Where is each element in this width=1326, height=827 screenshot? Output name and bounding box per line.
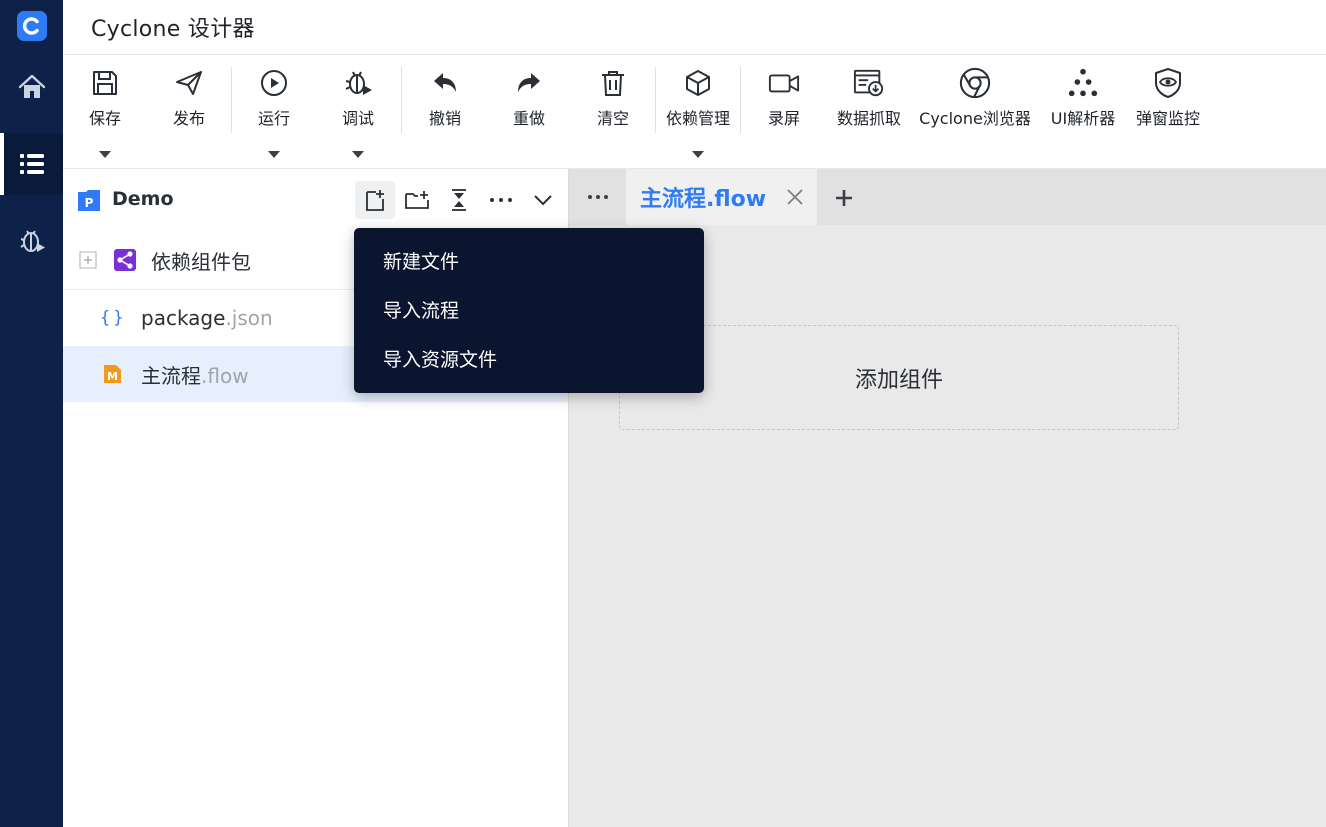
chevron-down-icon	[534, 195, 552, 206]
save-label: 保存	[88, 109, 121, 128]
app-title: Cyclone 设计器	[91, 17, 255, 42]
undo-label: 撤销	[428, 109, 461, 128]
tab-label: 主流程.flow	[640, 187, 767, 212]
publish-label: 发布	[172, 109, 205, 128]
run-dropdown-caret-icon[interactable]	[268, 151, 280, 158]
share-icon	[114, 249, 136, 271]
screen-record-button[interactable]: 录屏	[757, 55, 811, 169]
browser-icon	[959, 67, 991, 99]
explorer-header: P Demo	[63, 169, 568, 231]
toolbar-separator	[740, 67, 741, 133]
run-button[interactable]: 运行	[247, 55, 301, 169]
list-icon	[19, 154, 44, 174]
send-icon	[176, 71, 202, 95]
close-icon[interactable]	[785, 187, 805, 207]
title-bar: Cyclone 设计器	[63, 0, 1326, 55]
svg-text:P: P	[85, 196, 94, 210]
svg-text:M: M	[107, 370, 118, 383]
nav-home[interactable]	[0, 56, 63, 118]
redo-icon	[518, 73, 540, 92]
logo-c-icon	[22, 17, 39, 35]
dependency-management-label: 依赖管理	[665, 109, 730, 128]
new-folder-icon	[405, 191, 429, 209]
new-file-button[interactable]	[355, 181, 395, 219]
bug-icon	[345, 71, 372, 95]
save-button[interactable]: 保存	[78, 55, 132, 169]
collapse-all-button[interactable]	[439, 181, 479, 219]
tree-item-label: 主流程.flow	[141, 363, 249, 388]
redo-label: 重做	[512, 109, 545, 128]
deps-dropdown-caret-icon[interactable]	[692, 151, 704, 158]
undo-icon	[434, 73, 456, 92]
save-dropdown-caret-icon[interactable]	[99, 151, 111, 158]
trash-icon	[602, 71, 624, 96]
new-file-icon	[366, 190, 384, 211]
more-options-button[interactable]	[481, 181, 521, 219]
home-icon	[18, 74, 45, 98]
debug-dropdown-caret-icon[interactable]	[352, 151, 364, 158]
publish-button[interactable]: 发布	[162, 55, 216, 169]
nav-debug[interactable]	[0, 210, 63, 272]
clear-label: 清空	[596, 109, 629, 128]
tree-item-label: package.json	[141, 306, 273, 330]
add-component-label: 添加组件	[854, 367, 943, 393]
ellipsis-icon	[587, 195, 608, 199]
menu-item-import-flow[interactable]: 导入流程	[354, 285, 704, 334]
run-label: 运行	[257, 109, 290, 128]
hierarchy-icon	[1068, 68, 1098, 97]
tab-bar: 主流程.flow	[569, 169, 1326, 225]
shield-eye-icon	[1155, 68, 1181, 98]
expand-panel-button[interactable]	[523, 181, 563, 219]
braces-icon: {}	[100, 308, 127, 328]
popup-monitor-button[interactable]: 弹窗监控	[1131, 55, 1205, 169]
ui-parser-button[interactable]: UI解析器	[1046, 55, 1120, 169]
data-scrape-icon	[853, 69, 884, 97]
nav-rail	[0, 0, 63, 827]
cube-icon	[686, 70, 710, 96]
project-icon: P	[77, 189, 101, 212]
data-scrape-button[interactable]: 数据抓取	[832, 55, 906, 169]
add-tab-button[interactable]	[827, 183, 861, 213]
new-file-menu: 新建文件 导入流程 导入资源文件	[354, 228, 704, 393]
undo-button[interactable]: 撤销	[418, 55, 472, 169]
play-circle-icon	[261, 70, 287, 96]
toolbar-separator	[231, 67, 232, 133]
nav-explorer[interactable]	[0, 133, 63, 195]
popup-monitor-label: 弹窗监控	[1135, 109, 1200, 128]
toolbar-separator	[655, 67, 656, 133]
project-name: Demo	[112, 188, 174, 210]
cyclone-browser-label: Cyclone浏览器	[919, 109, 1031, 128]
menu-item-import-resource[interactable]: 导入资源文件	[354, 334, 704, 383]
flow-file-icon: M	[104, 365, 121, 383]
debug-icon	[19, 230, 45, 252]
plus-icon	[836, 190, 852, 206]
redo-button[interactable]: 重做	[502, 55, 556, 169]
debug-button[interactable]: 调试	[331, 55, 385, 169]
app-logo[interactable]	[17, 11, 47, 41]
expand-plus-icon[interactable]	[79, 251, 97, 269]
ellipsis-icon	[490, 198, 512, 202]
toolbar-separator	[401, 67, 402, 133]
menu-item-new-file[interactable]: 新建文件	[354, 236, 704, 285]
screen-record-label: 录屏	[767, 109, 800, 128]
new-folder-button[interactable]	[397, 181, 437, 219]
tab-overflow-button[interactable]	[569, 169, 626, 225]
data-scrape-label: 数据抓取	[836, 109, 901, 128]
ui-parser-label: UI解析器	[1050, 109, 1116, 128]
dependency-management-button[interactable]: 依赖管理	[661, 55, 735, 169]
save-icon	[93, 71, 117, 95]
tree-item-label: 依赖组件包	[151, 249, 251, 274]
cyclone-browser-button[interactable]: Cyclone浏览器	[916, 55, 1034, 169]
tab-main-flow[interactable]: 主流程.flow	[626, 169, 817, 225]
video-camera-icon	[768, 74, 800, 93]
main-toolbar: 保存 发布 运行 调试 撤销 重做 清空 依赖管理 录屏 数据抓取 Cyclon…	[63, 55, 1326, 169]
clear-button[interactable]: 清空	[586, 55, 640, 169]
collapse-icon	[452, 189, 466, 211]
debug-label: 调试	[341, 109, 374, 128]
